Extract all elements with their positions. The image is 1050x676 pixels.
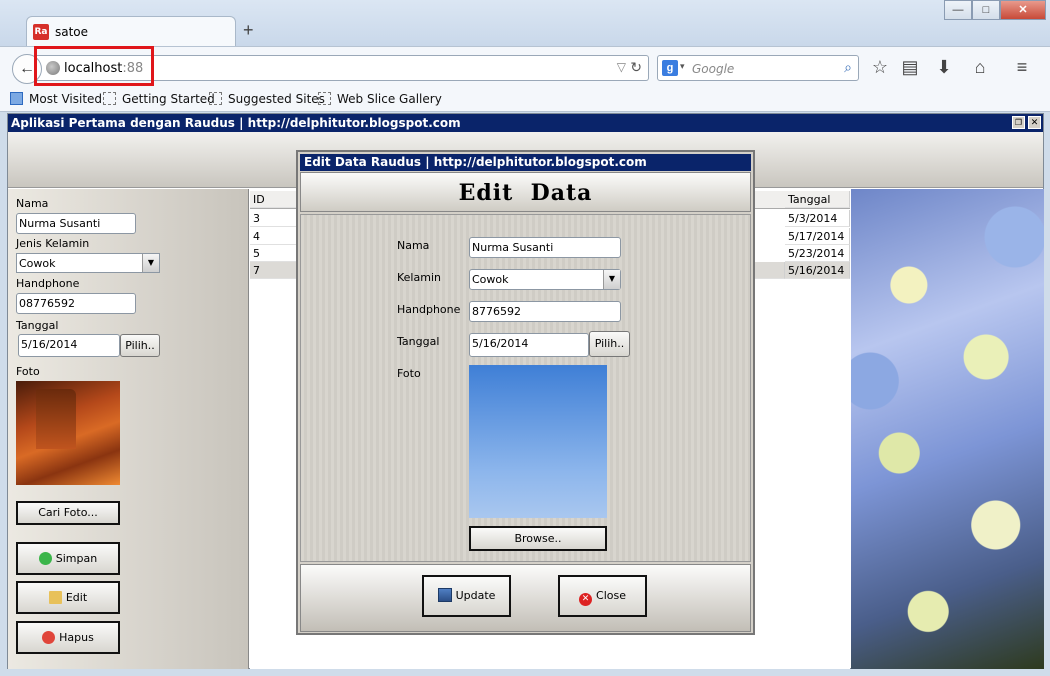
update-button[interactable]: Update [422,575,511,617]
dialog-title: Edit Data Raudus | http://delphitutor.bl… [300,154,751,171]
app-restore-button[interactable]: ❐ [1012,116,1025,129]
handphone-label: Handphone [16,277,80,290]
nama-label: Nama [16,197,49,210]
nama-input[interactable]: Nurma Susanti [16,213,136,234]
google-icon[interactable]: g [662,60,678,76]
bookmark-getting-started[interactable]: Getting Started [103,92,215,106]
handphone-input[interactable]: 08776592 [16,293,136,314]
edit-button[interactable]: Edit [16,581,120,614]
cell-id: 5 [250,245,300,262]
edit-icon [48,591,62,604]
bookmark-label: Suggested Sites [228,92,325,106]
home-icon[interactable]: ⌂ [968,57,992,78]
hydrangea-image [851,189,1044,669]
dialog-body: Nama Nurma Susanti Kelamin Cowok ▼ Handp… [300,214,751,562]
dialog-header: Edit Data [300,172,751,212]
tab-favicon-icon: Ra [33,24,49,40]
close-label: Close [596,589,626,602]
page-icon [209,92,222,105]
page-icon [103,92,116,105]
browse-button[interactable]: Browse.. [469,526,607,551]
most-visited-icon [10,92,23,105]
dialog-tanggal-input[interactable]: 5/16/2014 [469,333,589,357]
search-engine-dropdown-icon[interactable]: ▾ [680,61,685,72]
history-dropdown-icon[interactable]: ▽ [617,60,626,74]
reload-icon[interactable]: ↻ [630,59,642,76]
hapus-button[interactable]: Hapus [16,621,120,654]
browser-titlebar: Ra satoe + — □ ✕ [0,0,1050,46]
dialog-kelamin-label: Kelamin [397,271,441,284]
tanggal-label: Tanggal [16,319,59,332]
tanggal-input[interactable]: 5/16/2014 [18,334,120,357]
maximize-button[interactable]: □ [972,0,1000,20]
bookmarks-menu-icon[interactable]: ▤ [898,57,922,78]
jenis-kelamin-value: Cowok [19,257,56,270]
left-form-panel: Nama Nurma Susanti Jenis Kelamin Cowok ▼… [8,189,249,669]
close-button[interactable]: ✕ Close [558,575,647,617]
pilih-button[interactable]: Pilih.. [120,334,160,357]
foto-label: Foto [16,365,40,378]
bookmark-web-slice-gallery[interactable]: Web Slice Gallery [318,92,442,106]
cell-tanggal: 5/16/2014 [785,262,850,279]
cell-tanggal: 5/3/2014 [785,210,850,227]
dialog-nama-label: Nama [397,239,430,252]
cell-id: 3 [250,210,300,227]
dialog-handphone-label: Handphone [397,303,461,316]
column-header-id[interactable]: ID [250,191,300,208]
dialog-heading: Edit Data [458,180,593,206]
browser-tab[interactable]: Ra satoe [26,16,236,46]
bookmark-suggested-sites[interactable]: Suggested Sites [209,92,325,106]
menu-icon[interactable]: ≡ [1010,57,1034,78]
hapus-label: Hapus [59,631,94,644]
bookmarks-toolbar: Most Visited Getting Started Suggested S… [0,86,1050,112]
tab-title: satoe [55,25,89,39]
search-bar[interactable]: g ▾ Google ⌕ [657,55,859,81]
search-placeholder[interactable]: Google [692,62,734,76]
bookmark-label: Web Slice Gallery [337,92,442,106]
dialog-footer: Update ✕ Close [300,564,751,632]
minimize-button[interactable]: — [944,0,972,20]
dialog-pilih-button[interactable]: Pilih.. [589,331,630,357]
downloads-icon[interactable]: ⬇ [932,57,956,78]
jenis-kelamin-select[interactable]: Cowok ▼ [16,253,160,273]
delete-icon [42,631,56,644]
new-tab-button[interactable]: + [243,21,254,39]
close-icon: ✕ [579,593,593,606]
cell-tanggal: 5/23/2014 [785,245,850,262]
edit-label: Edit [65,591,88,604]
bookmark-most-visited[interactable]: Most Visited [10,92,102,106]
column-header-tanggal[interactable]: Tanggal [785,191,850,208]
check-icon [38,552,52,565]
dialog-tanggal-label: Tanggal [397,335,440,348]
chevron-down-icon[interactable]: ▼ [142,254,159,272]
dialog-handphone-input[interactable]: 8776592 [469,301,621,322]
jenis-kelamin-label: Jenis Kelamin [16,237,90,250]
dialog-foto-image [469,365,607,518]
dialog-kelamin-select[interactable]: Cowok ▼ [469,269,621,290]
bookmark-label: Getting Started [122,92,215,106]
cell-tanggal: 5/17/2014 [785,228,850,245]
edit-dialog: Edit Data Raudus | http://delphitutor.bl… [296,150,755,635]
app-close-button[interactable]: ✕ [1028,116,1041,129]
app-title: Aplikasi Pertama dengan Raudus | http://… [8,114,1043,132]
save-icon [437,588,452,602]
search-icon[interactable]: ⌕ [844,59,852,76]
url-highlight-annotation [34,46,154,86]
simpan-label: Simpan [55,552,98,565]
chevron-down-icon[interactable]: ▼ [603,270,620,289]
dialog-kelamin-value: Cowok [472,273,509,286]
bookmark-star-icon[interactable]: ☆ [868,57,892,78]
foto-image [16,381,120,485]
simpan-button[interactable]: Simpan [16,542,120,575]
cari-foto-button[interactable]: Cari Foto... [16,501,120,525]
dialog-foto-label: Foto [397,367,421,380]
navigation-toolbar: localhost:88 ▽ ↻ ← g ▾ Google ⌕ ☆ ▤ ⬇ ⌂ … [0,46,1050,86]
update-label: Update [455,589,496,602]
dialog-nama-input[interactable]: Nurma Susanti [469,237,621,258]
cell-id: 4 [250,228,300,245]
close-window-button[interactable]: ✕ [1000,0,1046,20]
window-controls: — □ ✕ [944,0,1046,20]
page-icon [318,92,331,105]
bookmark-label: Most Visited [29,92,103,106]
